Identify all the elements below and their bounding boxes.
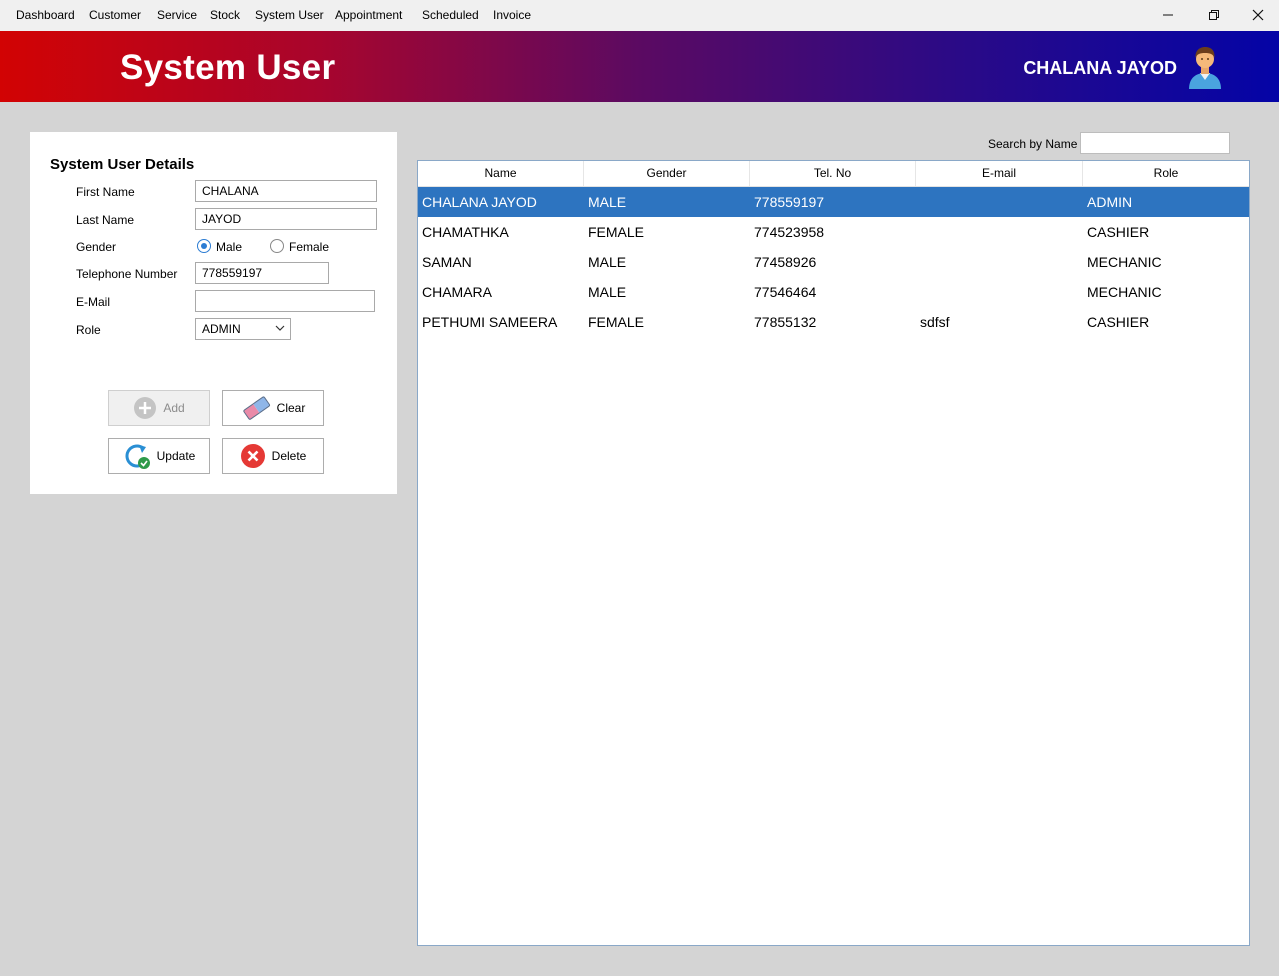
- minimize-button[interactable]: [1154, 5, 1182, 25]
- telephone-label: Telephone Number: [76, 267, 178, 281]
- close-button[interactable]: [1244, 5, 1272, 25]
- cell-tel: 77855132: [754, 314, 817, 330]
- telephone-input[interactable]: 778559197: [195, 262, 329, 284]
- menu-item-system-user[interactable]: System User: [255, 8, 324, 22]
- add-icon: [134, 397, 157, 419]
- last-name-input[interactable]: JAYOD: [195, 208, 377, 230]
- menu-item-stock[interactable]: Stock: [210, 8, 240, 22]
- last-name-label: Last Name: [76, 213, 135, 227]
- cell-tel: 77546464: [754, 284, 817, 300]
- table-header: Name Gender Tel. No E-mail Role: [418, 161, 1249, 187]
- cell-name: CHAMARA: [422, 284, 493, 300]
- table-row[interactable]: CHALANA JAYOD MALE 778559197 ADMIN: [418, 187, 1249, 217]
- page-title: System User: [120, 48, 336, 87]
- add-button-label: Add: [163, 401, 185, 415]
- cell-name: CHALANA JAYOD: [422, 194, 537, 210]
- cell-tel: 774523958: [754, 224, 825, 240]
- first-name-label: First Name: [76, 185, 135, 199]
- add-button[interactable]: Add: [108, 390, 210, 426]
- header-banner: System User CHALANA JAYOD: [0, 31, 1279, 102]
- menu-item-appointment[interactable]: Appointment: [335, 8, 402, 22]
- cell-tel: 77458926: [754, 254, 817, 270]
- table-row[interactable]: PETHUMI SAMEERA FEMALE 77855132 sdfsf CA…: [418, 307, 1249, 337]
- column-header-email[interactable]: E-mail: [916, 161, 1083, 186]
- gender-female-label: Female: [289, 240, 330, 254]
- search-label: Search by Name: [988, 137, 1078, 151]
- cell-gender: MALE: [588, 254, 627, 270]
- cell-role: CASHIER: [1087, 314, 1150, 330]
- cell-name: SAMAN: [422, 254, 472, 270]
- system-user-details-panel: System User Details First Name CHALANA L…: [30, 132, 397, 494]
- cell-gender: FEMALE: [588, 224, 645, 240]
- cell-name: CHAMATHKA: [422, 224, 509, 240]
- email-label: E-Mail: [76, 295, 111, 309]
- menu-item-service[interactable]: Service: [157, 8, 197, 22]
- menu-bar: Dashboard Customer Service Stock System …: [0, 0, 1279, 31]
- table-row[interactable]: SAMAN MALE 77458926 MECHANIC: [418, 247, 1249, 277]
- cell-gender: MALE: [588, 284, 627, 300]
- menu-item-scheduled[interactable]: Scheduled: [422, 8, 479, 22]
- close-icon: [1252, 9, 1264, 21]
- cell-gender: FEMALE: [588, 314, 645, 330]
- email-input[interactable]: [195, 290, 375, 312]
- gender-male-radio[interactable]: [197, 239, 211, 253]
- column-header-gender[interactable]: Gender: [584, 161, 750, 186]
- minimize-icon: [1163, 14, 1173, 16]
- cell-tel: 778559197: [754, 194, 825, 210]
- gender-female-radio[interactable]: [270, 239, 284, 253]
- gender-label: Gender: [76, 240, 117, 254]
- panel-title: System User Details: [50, 156, 195, 173]
- column-header-tel[interactable]: Tel. No: [750, 161, 916, 186]
- restore-icon: [1209, 10, 1219, 20]
- menu-item-dashboard[interactable]: Dashboard: [16, 8, 75, 22]
- table-row[interactable]: CHAMARA MALE 77546464 MECHANIC: [418, 277, 1249, 307]
- table-row[interactable]: CHAMATHKA FEMALE 774523958 CASHIER: [418, 217, 1249, 247]
- clear-button[interactable]: Clear: [222, 390, 324, 426]
- cell-role: MECHANIC: [1087, 254, 1162, 270]
- gender-male-label: Male: [216, 240, 243, 254]
- user-avatar-icon: [1189, 47, 1221, 89]
- role-select[interactable]: ADMIN: [195, 318, 291, 340]
- delete-button-label: Delete: [271, 449, 307, 463]
- refresh-check-icon: [125, 444, 150, 469]
- cell-name: PETHUMI SAMEERA: [422, 314, 558, 330]
- cell-gender: MALE: [588, 194, 627, 210]
- role-label: Role: [76, 323, 101, 337]
- chevron-down-icon: [275, 325, 285, 331]
- update-button[interactable]: Update: [108, 438, 210, 474]
- update-button-label: Update: [156, 449, 196, 463]
- first-name-input[interactable]: CHALANA: [195, 180, 377, 202]
- delete-button[interactable]: Delete: [222, 438, 324, 474]
- role-select-value: ADMIN: [202, 322, 241, 336]
- users-table: Name Gender Tel. No E-mail Role CHALANA …: [417, 160, 1250, 946]
- restore-button[interactable]: [1200, 5, 1228, 25]
- clear-button-label: Clear: [276, 401, 306, 415]
- cell-role: ADMIN: [1087, 194, 1133, 210]
- logged-in-user-name: CHALANA JAYOD: [1023, 58, 1177, 78]
- column-header-name[interactable]: Name: [418, 161, 584, 186]
- cell-email: sdfsf: [920, 314, 950, 330]
- column-header-role[interactable]: Role: [1083, 161, 1249, 186]
- cell-role: MECHANIC: [1087, 284, 1162, 300]
- eraser-icon: [243, 396, 270, 420]
- search-input[interactable]: [1080, 132, 1230, 154]
- menu-item-invoice[interactable]: Invoice: [493, 8, 531, 22]
- menu-item-customer[interactable]: Customer: [89, 8, 141, 22]
- delete-icon: [240, 444, 265, 468]
- cell-role: CASHIER: [1087, 224, 1150, 240]
